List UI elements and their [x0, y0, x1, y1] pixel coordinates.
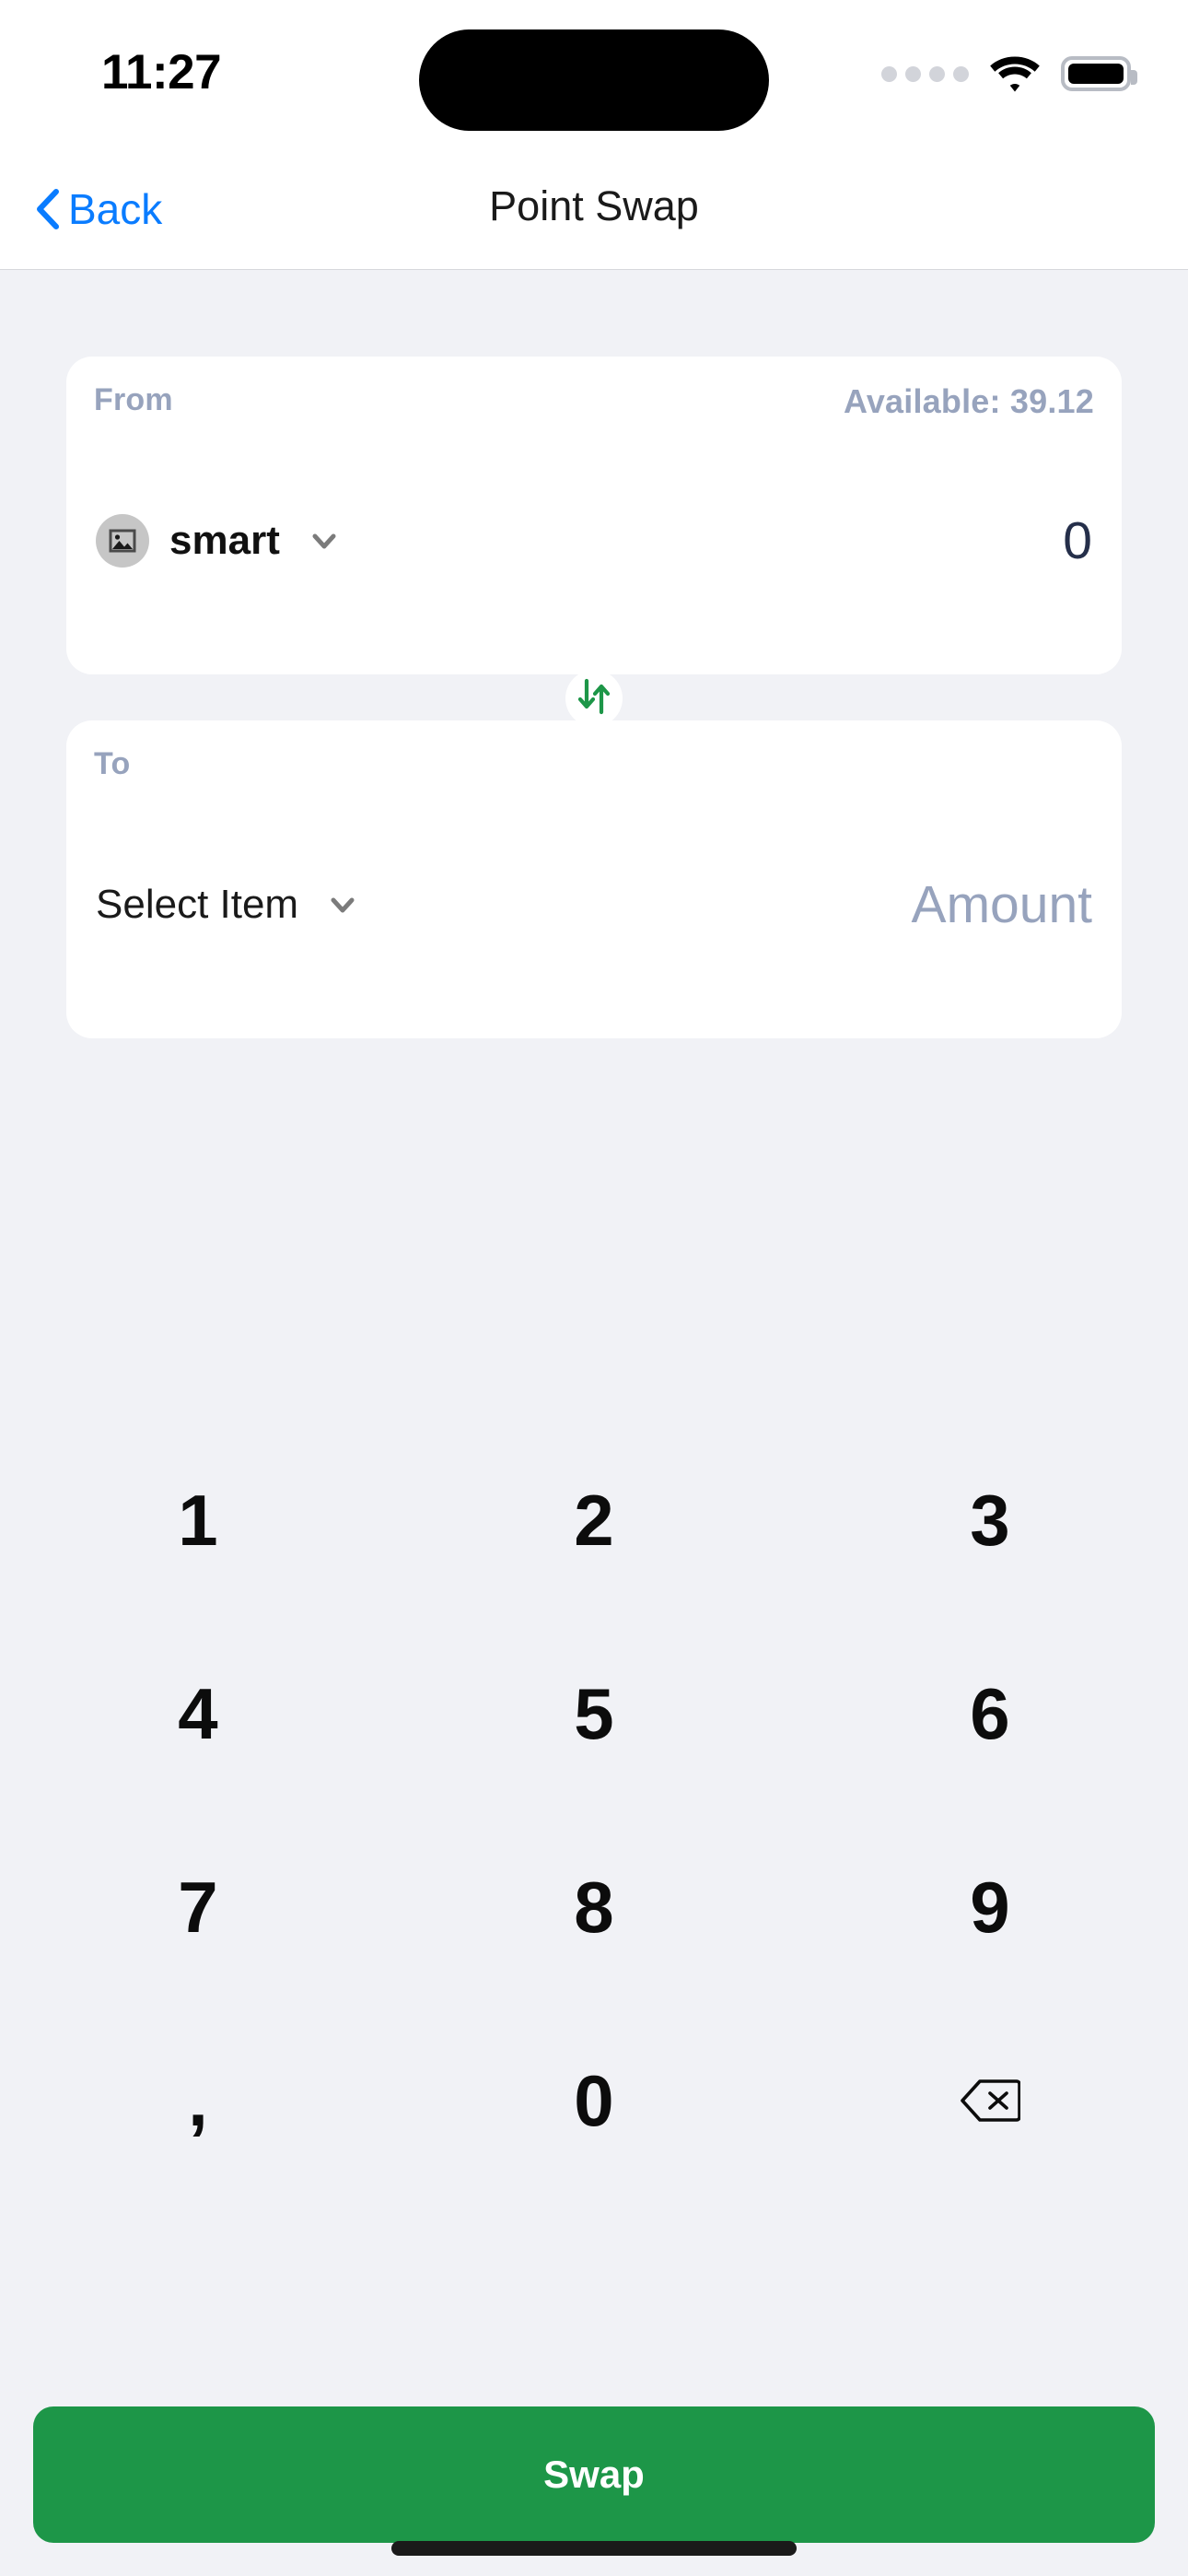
app-screen: 11:27 Back Point Swap From Available: 39…	[0, 0, 1188, 2576]
to-amount-input[interactable]: Amount	[912, 878, 1092, 931]
wifi-icon	[989, 54, 1041, 93]
key-0[interactable]: 0	[396, 2004, 792, 2197]
status-bar-indicators	[881, 48, 1137, 100]
from-available-balance: Available: 39.12	[843, 382, 1094, 420]
numeric-keypad: 1 2 3 4 5 6 7 8 9 , 0	[0, 1423, 1188, 2197]
backspace-delete-icon	[960, 2078, 1020, 2123]
key-backspace[interactable]	[792, 2004, 1188, 2197]
to-token-name: Select Item	[96, 882, 299, 927]
dynamic-island	[419, 29, 769, 131]
cellular-dots-icon	[881, 65, 969, 82]
to-card: To Select Item Amount	[66, 720, 1122, 1038]
key-4[interactable]: 4	[0, 1617, 396, 1810]
from-token-name: smart	[169, 518, 280, 563]
swap-vertical-arrows-icon	[574, 676, 614, 721]
from-label: From	[94, 382, 173, 417]
home-indicator	[391, 2541, 797, 2556]
key-5[interactable]: 5	[396, 1617, 792, 1810]
key-6[interactable]: 6	[792, 1617, 1188, 1810]
from-row: smart 0	[66, 467, 1122, 615]
navigation-bar: Back Point Swap	[0, 147, 1188, 270]
to-row: Select Item Amount	[66, 831, 1122, 978]
from-card: From Available: 39.12 smart 0	[66, 357, 1122, 674]
key-8[interactable]: 8	[396, 1810, 792, 2004]
chevron-down-icon	[306, 522, 343, 559]
swap-submit-button[interactable]: Swap	[33, 2406, 1155, 2543]
swap-direction-button[interactable]	[565, 670, 623, 727]
swap-submit-label: Swap	[543, 2453, 645, 2496]
page-title: Point Swap	[489, 182, 699, 229]
to-label: To	[94, 746, 131, 781]
from-amount-input[interactable]: 0	[1063, 514, 1092, 568]
key-comma[interactable]: ,	[0, 2004, 396, 2197]
key-7[interactable]: 7	[0, 1810, 396, 2004]
key-3[interactable]: 3	[792, 1423, 1188, 1617]
status-bar-time: 11:27	[101, 45, 222, 100]
key-1[interactable]: 1	[0, 1423, 396, 1617]
status-bar: 11:27	[0, 0, 1188, 147]
battery-full-icon	[1061, 56, 1137, 91]
from-token-selector[interactable]: smart	[96, 514, 343, 568]
key-2[interactable]: 2	[396, 1423, 792, 1617]
key-9[interactable]: 9	[792, 1810, 1188, 2004]
chevron-down-icon	[324, 886, 361, 923]
image-placeholder-icon	[96, 514, 149, 568]
to-token-selector[interactable]: Select Item	[96, 884, 361, 925]
